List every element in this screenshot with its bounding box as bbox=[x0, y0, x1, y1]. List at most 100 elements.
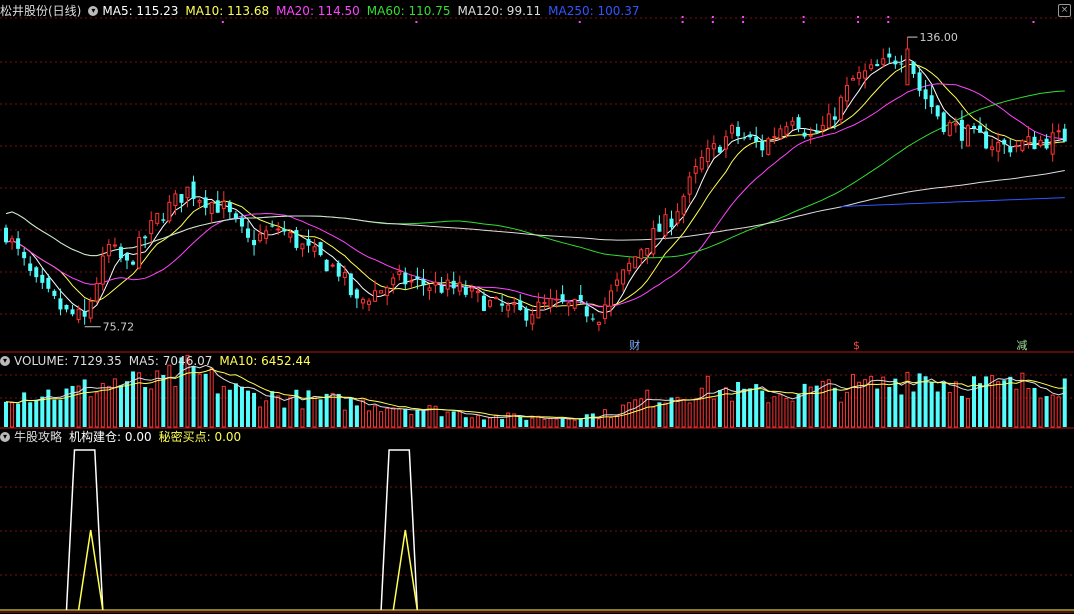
candle-body-up bbox=[1014, 145, 1019, 148]
candle-body-up bbox=[609, 290, 613, 307]
candle bbox=[947, 119, 952, 137]
candle bbox=[488, 298, 492, 309]
candle-body-up bbox=[469, 287, 474, 292]
candle-body-up bbox=[276, 228, 281, 231]
candle bbox=[693, 158, 698, 184]
candle bbox=[125, 252, 129, 270]
volume-bar-down bbox=[439, 416, 444, 427]
volume-bar-down bbox=[524, 419, 529, 427]
volume-bar-up bbox=[772, 396, 777, 428]
ma250-label: MA250: 100.37 bbox=[548, 4, 640, 18]
candle bbox=[439, 276, 444, 294]
candle-body-up bbox=[367, 300, 371, 305]
volume-bar-up bbox=[1050, 394, 1055, 428]
volume-settings-icon[interactable]: ▾ bbox=[0, 356, 10, 366]
candle-body-up bbox=[112, 244, 117, 247]
volume-bar-up bbox=[106, 385, 111, 428]
candle-body-down bbox=[796, 117, 801, 130]
volume-bar-up bbox=[699, 387, 704, 428]
candle bbox=[905, 37, 910, 86]
volume-bar-down bbox=[814, 385, 819, 427]
candle-body-up bbox=[221, 201, 226, 209]
candle-body-up bbox=[530, 314, 535, 325]
candle bbox=[984, 123, 989, 150]
stock-title[interactable]: 松井股份(日线) bbox=[0, 4, 81, 18]
candle bbox=[294, 226, 299, 251]
candle bbox=[838, 94, 843, 125]
volume-bar-down bbox=[118, 385, 123, 427]
candle bbox=[899, 55, 904, 73]
candle-body-down bbox=[893, 60, 898, 65]
candle-body-down bbox=[239, 217, 244, 227]
candle bbox=[324, 258, 329, 272]
candle-body-up bbox=[772, 136, 777, 139]
candle-body-up bbox=[808, 134, 813, 137]
candle-body-up bbox=[536, 301, 541, 319]
candle bbox=[796, 114, 801, 133]
candle-body-down bbox=[191, 181, 196, 199]
candle-body-down bbox=[252, 240, 257, 246]
volume-bar-down bbox=[742, 388, 747, 427]
candle-body-down bbox=[717, 146, 722, 153]
signal-dot bbox=[887, 21, 890, 23]
volume-bar-down bbox=[336, 393, 341, 427]
signal-dot bbox=[742, 16, 745, 18]
candle bbox=[421, 269, 426, 296]
candle bbox=[209, 201, 214, 224]
candle-body-up bbox=[596, 321, 601, 326]
candle-body-down bbox=[742, 137, 747, 139]
candle-body-down bbox=[282, 228, 287, 232]
candle bbox=[633, 255, 638, 269]
signal-dot bbox=[857, 21, 860, 23]
candle-body-down bbox=[463, 286, 468, 295]
candle-body-up bbox=[1038, 139, 1043, 146]
candle-body-down bbox=[203, 197, 208, 208]
indicator-jgjc-label: 机构建仓: 0.00 bbox=[69, 430, 152, 444]
candle-body-up bbox=[633, 256, 638, 269]
volume-bar-up bbox=[1056, 396, 1061, 428]
signal-dot bbox=[681, 21, 684, 23]
candle-body-up bbox=[675, 211, 680, 224]
chart-canvas[interactable]: 136.00 75.72 财 $ 减 bbox=[0, 0, 1074, 614]
candle bbox=[742, 132, 747, 141]
volume-bar-down bbox=[796, 394, 801, 427]
candle bbox=[990, 138, 995, 157]
candle bbox=[16, 231, 21, 256]
candle-body-up bbox=[881, 58, 886, 65]
candle-body-up bbox=[711, 143, 716, 150]
volume-bar-up bbox=[572, 419, 577, 428]
volume-bar-up bbox=[621, 404, 626, 428]
volume-bar-up bbox=[730, 400, 734, 428]
candle-body-down bbox=[403, 272, 408, 285]
candle bbox=[929, 84, 934, 114]
ma5-label: MA5: 115.23 bbox=[102, 4, 179, 18]
volume-bar-up bbox=[409, 414, 414, 428]
candle-body-up bbox=[76, 308, 81, 321]
candle-body-up bbox=[427, 287, 432, 291]
volume-bar-up bbox=[1026, 388, 1031, 428]
candle bbox=[451, 271, 456, 295]
close-icon[interactable]: × bbox=[1058, 4, 1071, 17]
candle bbox=[1026, 126, 1031, 149]
candle-body-up bbox=[1056, 130, 1061, 133]
candles bbox=[4, 37, 1067, 332]
candle bbox=[1020, 139, 1025, 153]
indicator-settings-icon[interactable]: ▾ bbox=[0, 432, 10, 442]
volume-bar-up bbox=[687, 402, 692, 428]
candle bbox=[820, 116, 825, 136]
candle-body-up bbox=[687, 176, 692, 195]
candle-body-down bbox=[294, 230, 299, 248]
candle-body-down bbox=[318, 242, 323, 256]
volume-bar-up bbox=[385, 407, 390, 428]
volume-bar-down bbox=[959, 395, 964, 427]
price-settings-icon[interactable]: ▾ bbox=[88, 6, 99, 16]
volume-bar-up bbox=[947, 391, 952, 428]
candle bbox=[959, 110, 964, 149]
candle-body-down bbox=[518, 300, 523, 310]
event-marker: 财 bbox=[629, 338, 640, 352]
volume-bar-down bbox=[233, 383, 238, 427]
candle-body-down bbox=[125, 253, 129, 261]
candle bbox=[88, 297, 93, 323]
candle bbox=[4, 224, 8, 245]
candle-body-up bbox=[288, 232, 293, 238]
